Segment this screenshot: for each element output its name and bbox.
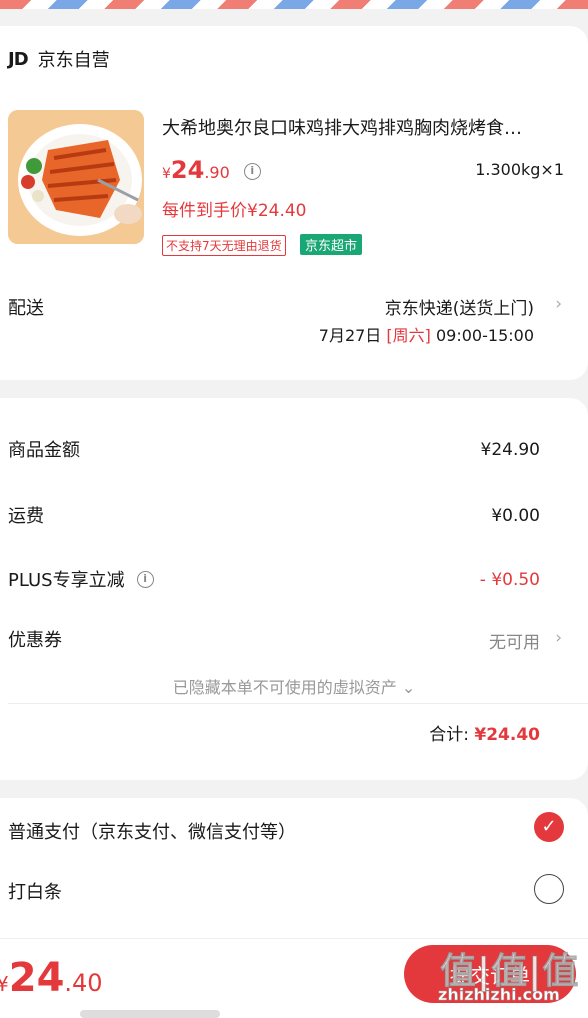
radio-unchecked-icon[interactable] [534,874,564,904]
shipping-weekday: [周六] [386,326,431,345]
order-total: 合计: ¥24.40 [429,720,540,745]
price-symbol: ¥ [162,166,171,182]
goods-amount-value: ¥24.90 [480,440,540,460]
coupon-label: 优惠券 [8,630,62,651]
plus-discount-value: - ¥0.50 [479,570,540,590]
bottom-price-integer: 24 [8,955,65,1001]
shop-name: 京东自营 [37,50,110,71]
jd-supermarket-tag: 京东超市 [300,234,363,255]
price-decimal: .90 [204,163,230,182]
plus-discount-label: PLUS专享立减 [8,570,125,591]
bottom-price-decimal: .40 [64,969,103,997]
chicken-steak-photo-icon [8,110,144,244]
chevron-right-icon[interactable]: › [555,294,562,314]
shop-header[interactable]: JD 京东自营 [8,46,110,72]
total-label: 合计: [429,725,469,745]
product-price: ¥ 24 .90 i [162,156,261,184]
payment-card: 普通支付（京东支付、微信支付等） ✓ 打白条 [0,798,588,938]
product-title[interactable]: 大希地奥尔良口味鸡排大鸡排鸡胸肉烧烤食… [162,114,562,140]
hidden-assets-toggle[interactable]: 已隐藏本单不可使用的虚拟资产 ⌄ [0,674,588,698]
bottom-total-price: ¥ 24 .40 [0,955,103,1001]
order-item-card: JD 京东自营 大希地奥尔良口味鸡排大鸡排鸡胸肉烧烤食… ¥ 24 .90 i … [0,26,588,380]
normal-payment-label[interactable]: 普通支付（京东支付、微信支付等） [8,818,296,844]
watermark-url: zhizhizhi.com [438,985,560,1005]
total-value: ¥24.40 [474,725,540,745]
freight-value: ¥0.00 [491,506,540,526]
bottom-price-symbol: ¥ [0,972,9,996]
airmail-stripe [0,0,588,9]
shipping-window: 09:00-15:00 [436,326,534,345]
home-indicator [80,1010,220,1018]
no-return-tag: 不支持7天无理由退货 [162,235,286,256]
info-icon[interactable]: i [243,163,261,180]
hand-price: 每件到手价¥24.40 [162,201,307,221]
price-integer: 24 [170,156,205,184]
baitiao-label[interactable]: 打白条 [8,878,62,904]
price-summary-card: 商品金额 ¥24.90 运费 ¥0.00 PLUS专享立减 i - ¥0.50 … [0,398,588,780]
product-spec: 1.300kg×1 [475,160,564,179]
divider [8,703,588,704]
freight-label: 运费 [8,506,44,527]
info-icon[interactable]: i [136,570,154,588]
shipping-time: 7月27日 [周六] 09:00-15:00 [319,322,534,346]
coupon-value[interactable]: 无可用 [489,628,540,653]
jd-logo-icon: JD [8,48,29,70]
shipping-date: 7月27日 [318,326,382,345]
product-image[interactable] [8,110,144,244]
chevron-right-icon[interactable]: › [555,628,562,648]
shipping-method[interactable]: 京东快递(送货上门) [385,294,534,319]
plus-discount-row: PLUS专享立减 i [8,566,154,592]
check-icon[interactable]: ✓ [534,812,564,842]
shipping-label: 配送 [8,298,44,319]
goods-amount-label: 商品金额 [8,440,80,461]
